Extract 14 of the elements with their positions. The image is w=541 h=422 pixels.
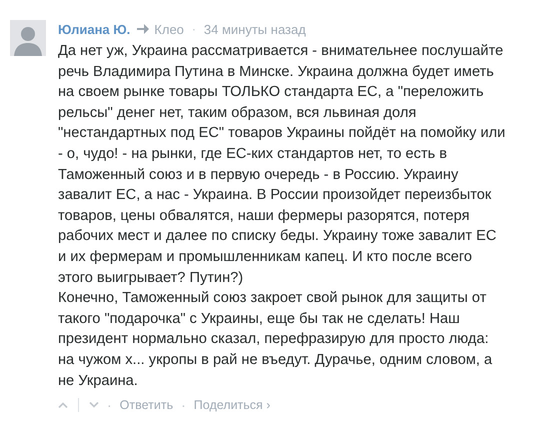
comment-text: Да нет уж, Украина рассматривается - внимательнее послушайте речь Владимира Путина в Минске. Украина должна будет иметь на своем рынке товары ТОЛЬКО стандарта ЕС, а "переложить рельсы" денег нет, таким образом, вся львиная доля "нестандартных под ЕС" товаров Украины пойдёт на помойку или - о, чудо! - на рынки, где ЕС-ких стандартов нет, то есть в Таможенный союз и в первую очередь - в Россию. Украину завалит ЕС, а нас - Украина. В России произойдет переизбыток товаров, цены обвалятся, наши фермеры разорятся, потеря рабочих мест и далее по списку беды. Украину тоже завалит ЕС и их фермерам и промышленникам капец. И кто после всего этого выигрывает? Путин?) (58, 42, 506, 288)
separator: · (192, 22, 196, 36)
downvote-icon[interactable] (89, 402, 99, 408)
upvote-icon[interactable] (58, 402, 68, 408)
action-link[interactable]: Ответить (120, 398, 174, 412)
separator: · (181, 397, 186, 414)
separator: · (107, 397, 112, 414)
avatar-icon[interactable] (10, 20, 46, 56)
action-link[interactable]: Поделиться › (194, 398, 270, 412)
comment-text: Конечно, Таможенный союз закроет свой рынок для защиты от такого "подарочка" с Украины, еще бы так не сделать! Наш президент нормально сказал, перефразирую для просто люда: на чужом х... укропы в рай не въедут. Дурачье, одним словом, а не Украина. (58, 289, 494, 390)
reply-arrow-icon (137, 24, 150, 34)
author-link[interactable]: Юлиана Ю. (58, 22, 130, 36)
reply-to-link[interactable]: Клео (154, 22, 184, 36)
timestamp-link[interactable]: 34 минуты назад (204, 22, 306, 36)
